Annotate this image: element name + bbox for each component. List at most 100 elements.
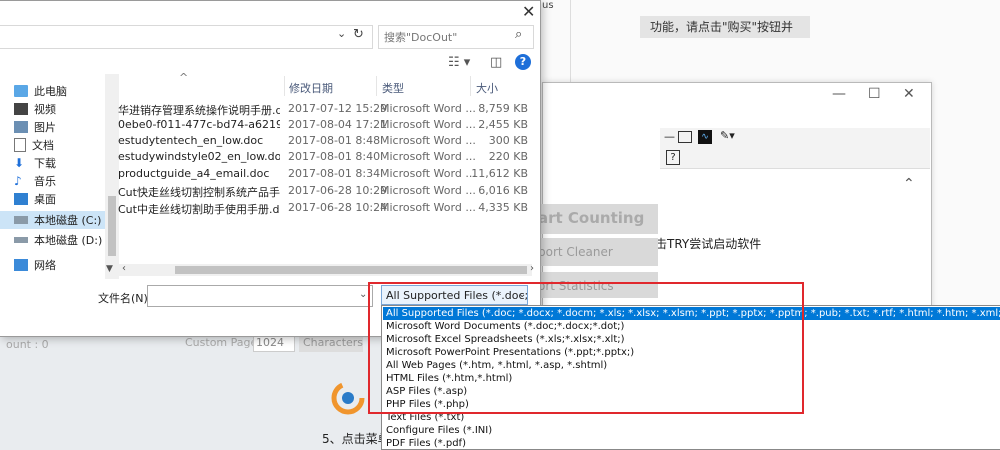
address-chevron-down-icon[interactable]: ⌄ [337,27,346,40]
start-counting-button[interactable]: art Counting [530,204,658,234]
file-type-option-ini[interactable]: Configure Files (*.INI) [386,424,492,437]
drive-icon [14,237,28,243]
line-icon[interactable]: — [664,130,675,143]
file-type-option-html[interactable]: HTML Files (*.htm,*.html) [386,372,512,385]
minimize-icon[interactable]: — [832,86,846,102]
file-type-option-all-supported[interactable]: All Supported Files (*.doc; *.docx; *.do… [383,307,1000,320]
file-row[interactable]: 0ebe0-f011-477c-bd74-a6219d56... 2017-08… [118,117,532,133]
nav-item-label: 下载 [34,157,56,170]
file-date: 2017-08-01 8:40 [288,150,381,163]
file-row[interactable]: 华进销存管理系统操作说明手册.doc 2017-07-12 15:29 Micr… [118,101,532,117]
view-options-icon[interactable]: ☷ ▾ [448,55,470,70]
search-placeholder: 搜索"DocOut" [384,31,458,44]
preview-pane-icon[interactable]: ◫ [490,55,502,70]
nav-scroll-down-icon[interactable]: ▼ [106,264,113,274]
network-icon [14,259,28,271]
file-row[interactable]: Cut快走丝线切割控制系统产品手册.... 2017-06-28 10:29 M… [118,183,532,199]
filename-chevron-down-icon[interactable]: ⌄ [359,289,367,300]
address-bar[interactable] [0,25,373,49]
nav-item-downloads[interactable]: ⬇ 下载 [14,154,56,172]
file-type-option-php[interactable]: PHP Files (*.php) [386,398,469,411]
file-type: Microsoft Word ... [380,184,476,197]
step-text: 5、点击菜单 [322,432,390,446]
pen-icon[interactable]: ✎▾ [720,129,735,142]
filename-input[interactable] [147,285,373,307]
nav-scrollbar-thumb[interactable] [108,196,116,256]
column-divider[interactable] [470,76,471,96]
scroll-left-icon[interactable]: ‹ [122,263,126,274]
file-type-option-pdf[interactable]: PDF Files (*.pdf) [386,437,466,449]
file-type: Microsoft Word ... [380,150,476,163]
background-text-fragment: us [542,0,554,11]
scroll-right-icon[interactable]: › [530,263,534,274]
nav-item-label: 桌面 [34,193,56,206]
scroll-up-icon[interactable]: ⌃ [903,176,915,192]
file-type-option-excel[interactable]: Microsoft Excel Spreadsheets (*.xls;*.xl… [386,333,625,346]
horizontal-scrollbar-thumb[interactable] [175,266,527,274]
file-name: 华进销存管理系统操作说明手册.doc [118,104,280,117]
background-toolbar: — ∿ ✎▾ [660,128,930,149]
file-type-option-asp[interactable]: ASP Files (*.asp) [386,385,467,398]
file-date: 2017-06-28 10:24 [288,201,388,214]
background-banner: 功能，请点击"购买"按钮并 [640,16,810,38]
file-date: 2017-08-01 8:48 [288,134,381,147]
report-cleaner-button[interactable]: port Cleaner [530,238,658,266]
file-type: Microsoft Word ... [380,201,476,214]
nav-item-this-pc[interactable]: 此电脑 [14,82,67,100]
file-date: 2017-08-04 17:21 [288,118,388,131]
refresh-icon[interactable]: ↻ [353,27,364,42]
custom-page-row: Custom Page : 1024 Characters [175,334,375,356]
column-header-size[interactable]: 大小 [476,80,498,96]
file-size: 6,016 KB [478,184,528,197]
file-type-option-web-pages[interactable]: All Web Pages (*.htm, *.html, *.asp, *.s… [386,359,607,372]
file-size: 11,612 KB [471,167,528,180]
file-type-option-text[interactable]: Text Files (*.txt) [386,411,464,424]
column-header-date[interactable]: 修改日期 [289,80,333,96]
nav-item-network[interactable]: 网络 [14,256,56,274]
maximize-icon[interactable]: ☐ [868,86,881,102]
picture-icon [14,121,28,133]
dialog-help-icon[interactable]: ? [515,54,531,70]
computer-icon [14,85,28,97]
file-row[interactable]: estudywindstyle02_en_low.doc 2017-08-01 … [118,149,532,165]
file-type-option-powerpoint[interactable]: Microsoft PowerPoint Presentations (*.pp… [386,346,634,359]
file-name: productguide_a4_email.doc [118,167,270,180]
file-size: 2,455 KB [478,118,528,131]
download-icon: ⬇ [14,156,25,170]
nav-item-label: 本地磁盘 (C:) [34,214,102,227]
nav-item-local-disk-d[interactable]: 本地磁盘 (D:) [14,231,102,249]
file-row[interactable]: estudytentech_en_low.doc 2017-08-01 8:48… [118,133,532,149]
column-divider[interactable] [284,76,285,96]
search-icon[interactable]: ⌕ [515,27,522,42]
nav-item-label: 此电脑 [34,85,67,98]
report-statistics-button[interactable]: ort Statistics [530,272,658,298]
file-type: Microsoft Word ... [380,134,476,147]
file-type-select[interactable]: All Supported Files (*.doc; * [381,285,528,305]
column-divider[interactable] [376,76,377,96]
help-icon[interactable]: ? [666,150,680,165]
nav-item-documents[interactable]: 文档 [14,136,54,154]
file-type-option-word[interactable]: Microsoft Word Documents (*.doc;*.docx;*… [386,320,624,333]
nav-item-label: 视频 [34,103,56,116]
nav-item-videos[interactable]: 视频 [14,100,56,118]
count-label: ount : 0 [6,338,49,351]
nav-item-desktop[interactable]: 桌面 [14,190,56,208]
dialog-close-icon[interactable]: ✕ [522,2,535,21]
wave-icon[interactable]: ∿ [698,130,712,144]
instruction-text: 击TRY尝试启动软件 [655,237,762,251]
file-type-chevron-down-icon[interactable]: ⌄ [518,289,526,300]
nav-item-music[interactable]: ♪ 音乐 [14,172,56,190]
box-icon[interactable] [678,131,692,143]
file-date: 2017-06-28 10:29 [288,184,388,197]
nav-item-local-disk-c[interactable]: 本地磁盘 (C:) [0,211,114,229]
column-header-type[interactable]: 类型 [382,80,404,96]
desktop-icon [14,193,28,205]
close-icon[interactable]: ✕ [903,86,915,102]
file-size: 300 KB [488,134,528,147]
nav-item-label: 图片 [34,121,56,134]
file-row[interactable]: Cut中走丝线切割助手使用手册.doc 2017-06-28 10:24 Mic… [118,200,532,216]
nav-item-pictures[interactable]: 图片 [14,118,56,136]
file-row[interactable]: productguide_a4_email.doc 2017-08-01 8:3… [118,166,532,182]
file-type: Microsoft Word ... [380,118,476,131]
nav-item-label: 文档 [32,139,54,152]
